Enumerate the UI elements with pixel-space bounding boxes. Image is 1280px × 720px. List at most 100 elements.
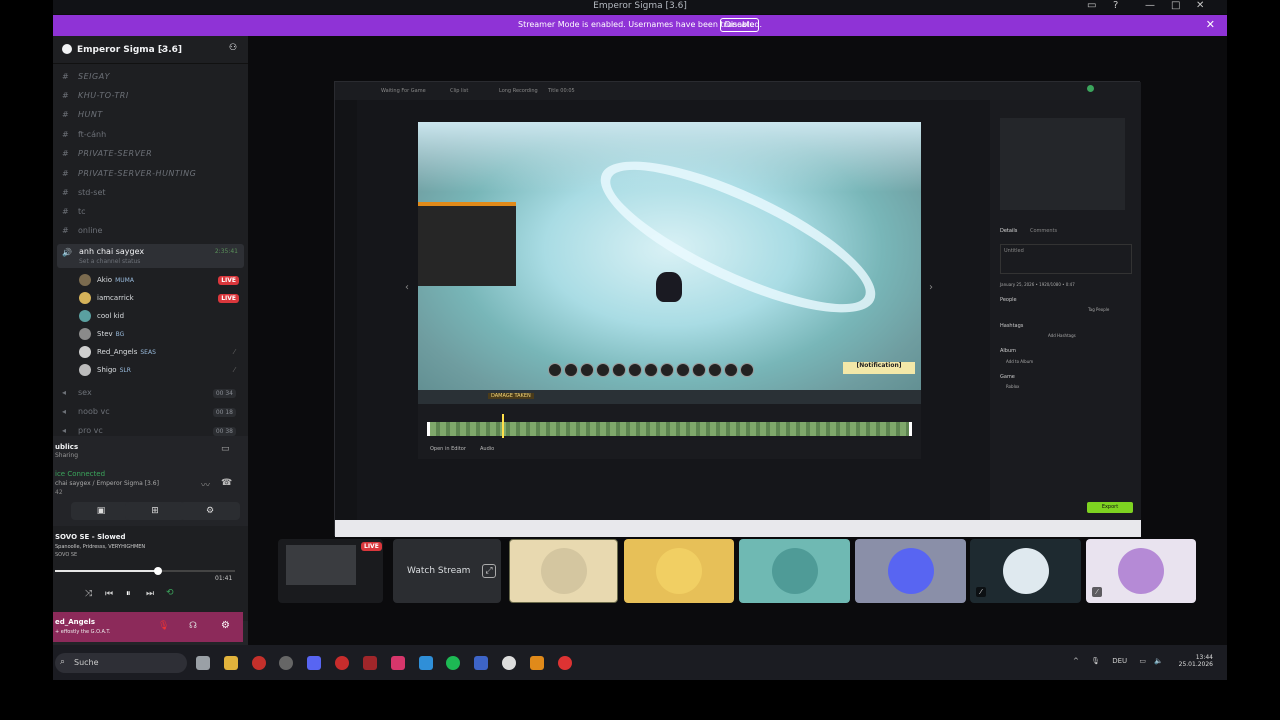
channel-item[interactable]: # PRIVATE-SERVER	[62, 149, 242, 165]
soundboard-icon[interactable]: ⚙	[180, 502, 240, 520]
help-icon[interactable]: ?	[1113, 0, 1118, 11]
repeat-icon[interactable]: ⟲	[166, 588, 174, 598]
muted-icon: ⁄	[233, 348, 235, 356]
channel-item[interactable]: # tc	[62, 207, 242, 223]
channel-item[interactable]: # HUNT	[62, 110, 242, 126]
game-launcher-icon[interactable]	[530, 656, 544, 670]
volume-icon[interactable]: 🔈	[1154, 657, 1163, 665]
next-clip-icon[interactable]: ›	[929, 282, 933, 293]
close-banner-icon[interactable]: ✕	[1206, 18, 1215, 31]
voice-channel-item[interactable]: ◂ sex 00 34	[62, 388, 242, 404]
noise-suppression-icon[interactable]: 〰	[201, 478, 210, 491]
spotify-icon[interactable]	[446, 656, 460, 670]
damage-label: DAMAGE TAKEN	[488, 393, 534, 399]
app-icon[interactable]	[474, 656, 488, 670]
maximize-button[interactable]: □	[1171, 0, 1180, 11]
participant-tile[interactable]	[855, 539, 966, 603]
participant-tile[interactable]	[624, 539, 734, 603]
voice-member[interactable]: Shigo SLR ⁄	[79, 364, 239, 380]
watch-stream-tile[interactable]: Watch Stream ⤢	[393, 539, 501, 603]
participant-tile[interactable]: ⁄	[970, 539, 1081, 603]
voice-member[interactable]: cool kid	[79, 310, 239, 326]
game-video[interactable]: [Notification] DAMAGE TAKEN	[418, 122, 921, 404]
channel-item[interactable]: # std-set	[62, 188, 242, 204]
audio-button[interactable]: Audio	[480, 446, 494, 452]
voice-member[interactable]: Stev BG	[79, 328, 239, 344]
inner-tab[interactable]: Waiting For Game	[381, 88, 426, 94]
channel-item[interactable]: # KHU-TO-TRI	[62, 91, 242, 107]
mute-mic-icon[interactable]: 🎙	[158, 621, 169, 631]
shuffle-icon[interactable]: ⤨	[85, 589, 92, 599]
participant-tile[interactable]: ⁄	[1086, 539, 1196, 603]
previous-icon[interactable]: ⏮	[105, 589, 113, 599]
screen-share-button[interactable]: ▣	[71, 502, 131, 520]
blue-app-icon[interactable]	[419, 656, 433, 670]
voice-channel-item[interactable]: ◂ noob vc 00 18	[62, 407, 242, 423]
task-view-icon[interactable]	[196, 656, 210, 670]
channel-item[interactable]: # online	[62, 226, 242, 242]
mic-icon[interactable]: 🎙	[1091, 657, 1100, 665]
add-member-icon[interactable]: ⚇	[229, 43, 237, 53]
inner-tab[interactable]: Long Recording	[499, 88, 538, 94]
add-to-album-button[interactable]: Add to Album	[1006, 359, 1033, 364]
timeline-filmstrip[interactable]	[427, 422, 912, 436]
chevron-up-icon[interactable]: ^	[1073, 657, 1079, 665]
next-icon[interactable]: ⏭	[146, 589, 154, 599]
instagram-icon[interactable]	[391, 656, 405, 670]
taskbar-clock[interactable]: 13:44 25.01.2026	[1173, 654, 1213, 668]
network-icon[interactable]: ▭	[1139, 657, 1146, 665]
opera-icon[interactable]	[252, 656, 266, 670]
tag-people-button[interactable]: Tag People	[1088, 307, 1109, 312]
voice-member[interactable]: iamcarrick LIVE	[79, 292, 239, 308]
progress-knob[interactable]	[153, 567, 162, 575]
voice-member[interactable]: Red_Angels SEAS ⁄	[79, 346, 239, 362]
server-header[interactable]: Emperor Sigma [3.6] ⌄ ⚇	[53, 36, 248, 64]
add-hashtag-button[interactable]: Add Hashtags	[1048, 333, 1076, 338]
fullscreen-icon[interactable]: ⤢	[482, 564, 496, 578]
export-button[interactable]: Export	[1087, 502, 1133, 513]
disconnect-icon[interactable]: ☎	[221, 478, 232, 488]
muted-icon: ⁄	[976, 587, 986, 597]
discord-icon[interactable]	[307, 656, 321, 670]
github-icon[interactable]	[279, 656, 293, 670]
language-indicator[interactable]: DEU	[1112, 657, 1127, 665]
settings-gear-icon[interactable]: ⚙	[221, 620, 230, 631]
clip-timeline[interactable]: Open in Editor Audio	[418, 404, 921, 459]
details-tab[interactable]: Details	[1000, 228, 1017, 234]
inbox-icon[interactable]: ▭	[1087, 0, 1096, 11]
red-app-icon[interactable]	[363, 656, 377, 670]
previous-clip-icon[interactable]: ‹	[405, 282, 409, 293]
channel-item[interactable]: # PRIVATE-SERVER-HUNTING	[62, 169, 242, 185]
activities-icon[interactable]: ⊞	[125, 502, 185, 520]
screen-share-icon[interactable]: ▭	[221, 444, 230, 454]
taskbar-search[interactable]: ⌕ Suche	[55, 653, 187, 673]
progress-track[interactable]	[55, 567, 235, 575]
open-editor-button[interactable]: Open in Editor	[430, 446, 466, 452]
inner-tab[interactable]: Clip list	[450, 88, 468, 94]
playhead[interactable]	[502, 414, 504, 438]
cloud-app-icon[interactable]	[502, 656, 516, 670]
streamed-app-window: Waiting For Game Clip list Long Recordin…	[334, 81, 1141, 537]
minimize-button[interactable]: —	[1145, 0, 1155, 11]
stream-tile-live[interactable]: LIVE	[278, 539, 383, 603]
pause-icon[interactable]: ⏸	[126, 589, 131, 599]
media-app-icon[interactable]	[335, 656, 349, 670]
title-input[interactable]: Untitled	[1000, 244, 1132, 274]
file-explorer-icon[interactable]	[224, 656, 238, 670]
user-panel: ed_Angels + effostly the G.O.A.T. 🎙 ☊ ⚙	[53, 612, 243, 642]
disable-streamer-mode-button[interactable]: Disable	[720, 18, 759, 32]
close-window-button[interactable]: ✕	[1196, 0, 1204, 11]
participant-tile[interactable]	[509, 539, 618, 603]
participant-tile[interactable]	[739, 539, 850, 603]
headphones-icon[interactable]: ☊	[189, 621, 197, 631]
game-name: Roblox	[1006, 384, 1020, 389]
voice-member[interactable]: Akio MUMA LIVE	[79, 274, 239, 290]
recorder-icon[interactable]	[558, 656, 572, 670]
comments-tab[interactable]: Comments	[1030, 228, 1057, 234]
voice-channel-active[interactable]: 🔊 anh chai saygex Set a channel status 2…	[57, 244, 244, 268]
channel-item[interactable]: # ft-cánh	[62, 130, 242, 146]
channel-item[interactable]: # SEIGAY	[62, 72, 242, 88]
watch-stream-label[interactable]: Watch Stream	[407, 566, 470, 576]
inner-tab[interactable]: Title 00:05	[548, 88, 575, 94]
voice-channel-status[interactable]: Set a channel status	[79, 258, 140, 265]
